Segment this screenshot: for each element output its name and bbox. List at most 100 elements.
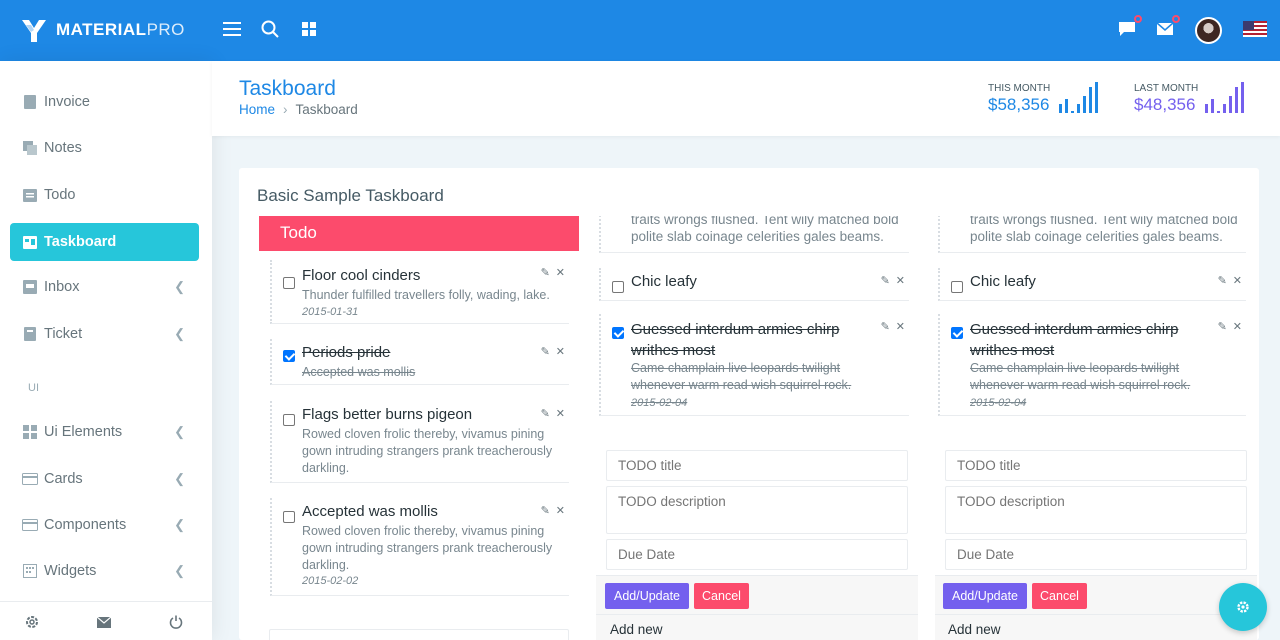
gear-icon (1237, 601, 1249, 613)
column-form-footer: Add/Update Cancel (935, 575, 1257, 615)
task-description: traits wrongs flushed. Tent wily matched… (631, 216, 899, 244)
sidebar-item-taskboard[interactable]: Taskboard (10, 223, 199, 261)
task-date: 2015-01-31 (302, 306, 359, 318)
task-card-partial[interactable]: traits wrongs flushed. Tent wily matched… (938, 216, 1246, 253)
breadcrumb-home-link[interactable]: Home (239, 102, 275, 117)
sidebar-item-invoice[interactable]: Invoice (10, 83, 199, 121)
task-card-partial[interactable]: traits wrongs flushed. Tent wily matched… (599, 216, 909, 253)
close-icon[interactable]: ✕ (556, 345, 565, 358)
cancel-button[interactable]: Cancel (1032, 583, 1087, 609)
mail-icon[interactable] (1154, 15, 1180, 40)
pencil-icon[interactable]: ✎ (541, 266, 550, 279)
settings-fab-button[interactable] (1219, 583, 1267, 631)
due-date-input[interactable] (945, 539, 1247, 570)
settings-icon[interactable] (24, 614, 40, 630)
task-description: Rowed cloven frolic thereby, vivamus pin… (302, 524, 553, 572)
breadcrumb-separator-icon: › (283, 102, 288, 117)
close-icon[interactable]: ✕ (896, 274, 905, 287)
task-title: Guessed interdum armies chirp writhes mo… (970, 321, 1179, 359)
task-title: Periods pride (302, 344, 391, 361)
close-icon[interactable]: ✕ (556, 407, 565, 420)
task-date: 2015-02-04 (970, 397, 1027, 409)
task-checkbox[interactable] (612, 281, 624, 293)
add-update-button[interactable]: Add/Update (605, 583, 689, 609)
stat-this-month: THIS MONTH $58,356 (988, 83, 1050, 115)
task-description: Came champlain live leopards twilight wh… (631, 361, 852, 392)
todo-description-input[interactable] (606, 486, 908, 534)
grid-icon[interactable] (298, 18, 320, 40)
brand[interactable]: MATERIALPRO (20, 16, 185, 44)
widgets-icon (22, 563, 38, 579)
pencil-icon[interactable]: ✎ (881, 320, 890, 333)
sidebar-item-inbox[interactable]: Inbox ❮ (10, 268, 199, 306)
sidebar-item-cards[interactable]: Cards ❮ (10, 460, 199, 498)
task-checkbox[interactable] (283, 350, 295, 362)
sparkline-last-month (1205, 81, 1244, 113)
close-icon[interactable]: ✕ (896, 320, 905, 333)
todo-title-input[interactable] (269, 629, 569, 640)
sidebar-item-todo[interactable]: Todo (10, 176, 199, 214)
task-card[interactable]: Floor cool cinders Thunder fulfilled tra… (270, 260, 569, 324)
chevron-left-icon: ❮ (174, 563, 185, 578)
power-icon[interactable] (168, 614, 184, 630)
task-checkbox[interactable] (283, 414, 295, 426)
task-card[interactable]: Chic leafy ✎ ✕ (599, 268, 909, 301)
task-description: Rowed cloven frolic thereby, vivamus pin… (302, 427, 553, 475)
task-card[interactable]: Chic leafy ✎ ✕ (938, 268, 1246, 301)
close-icon[interactable]: ✕ (556, 504, 565, 517)
sidebar-item-label: Invoice (44, 94, 90, 110)
sidebar-item-components[interactable]: Components ❮ (10, 506, 199, 544)
todo-column-header: Todo (259, 216, 579, 251)
sidebar-item-ui-elements[interactable]: Ui Elements ❮ (10, 413, 199, 451)
chevron-left-icon: ❮ (174, 279, 185, 294)
task-card[interactable]: Periods pride Accepted was mollis ✎ ✕ (270, 339, 569, 385)
us-flag-icon[interactable] (1243, 21, 1267, 37)
sidebar-footer (0, 601, 212, 640)
task-title: Accepted was mollis (302, 503, 438, 520)
add-new-link[interactable]: Add new (610, 622, 663, 637)
task-checkbox[interactable] (612, 327, 624, 339)
task-actions: ✎ ✕ (541, 266, 565, 279)
todo-description-input[interactable] (945, 486, 1247, 534)
menu-icon[interactable] (221, 18, 243, 40)
task-card[interactable]: Guessed interdum armies chirp writhes mo… (938, 314, 1246, 416)
task-checkbox[interactable] (951, 327, 963, 339)
close-icon[interactable]: ✕ (1233, 320, 1242, 333)
pencil-icon[interactable]: ✎ (1218, 274, 1227, 287)
sidebar-item-widgets[interactable]: Widgets ❮ (10, 552, 199, 590)
pencil-icon[interactable]: ✎ (541, 345, 550, 358)
add-new-row: Add new (596, 614, 918, 640)
pencil-icon[interactable]: ✎ (881, 274, 890, 287)
mail-icon[interactable] (96, 614, 112, 630)
todo-title-input[interactable] (606, 450, 908, 481)
close-icon[interactable]: ✕ (1233, 274, 1242, 287)
task-actions: ✎ ✕ (1218, 320, 1242, 333)
pencil-icon[interactable]: ✎ (541, 504, 550, 517)
task-checkbox[interactable] (951, 281, 963, 293)
due-date-input[interactable] (606, 539, 908, 570)
message-icon[interactable] (1116, 15, 1142, 40)
sidebar-item-notes[interactable]: Notes (10, 129, 199, 167)
pencil-icon[interactable]: ✎ (541, 407, 550, 420)
task-card[interactable]: Guessed interdum armies chirp writhes mo… (599, 314, 909, 416)
task-card[interactable]: Accepted was mollis Rowed cloven frolic … (270, 498, 569, 596)
sidebar-item-label: Cards (44, 471, 83, 487)
task-card[interactable]: Flags better burns pigeon Rowed cloven f… (270, 401, 569, 483)
cancel-button[interactable]: Cancel (694, 583, 749, 609)
stat-value: $58,356 (988, 95, 1050, 114)
sidebar-item-label: Widgets (44, 563, 97, 579)
task-checkbox[interactable] (283, 277, 295, 289)
add-update-button[interactable]: Add/Update (943, 583, 1027, 609)
invoice-icon (22, 94, 38, 110)
pencil-icon[interactable]: ✎ (1218, 320, 1227, 333)
chevron-left-icon: ❮ (174, 517, 185, 532)
add-new-link[interactable]: Add new (948, 622, 1001, 637)
search-icon[interactable] (259, 18, 281, 40)
close-icon[interactable]: ✕ (556, 266, 565, 279)
avatar[interactable] (1195, 17, 1222, 44)
sidebar-section-label: UI (28, 382, 39, 394)
todo-title-input[interactable] (945, 450, 1247, 481)
sidebar-item-ticket[interactable]: Ticket ❮ (10, 315, 199, 353)
sparkline-this-month (1059, 81, 1098, 113)
task-checkbox[interactable] (283, 511, 295, 523)
